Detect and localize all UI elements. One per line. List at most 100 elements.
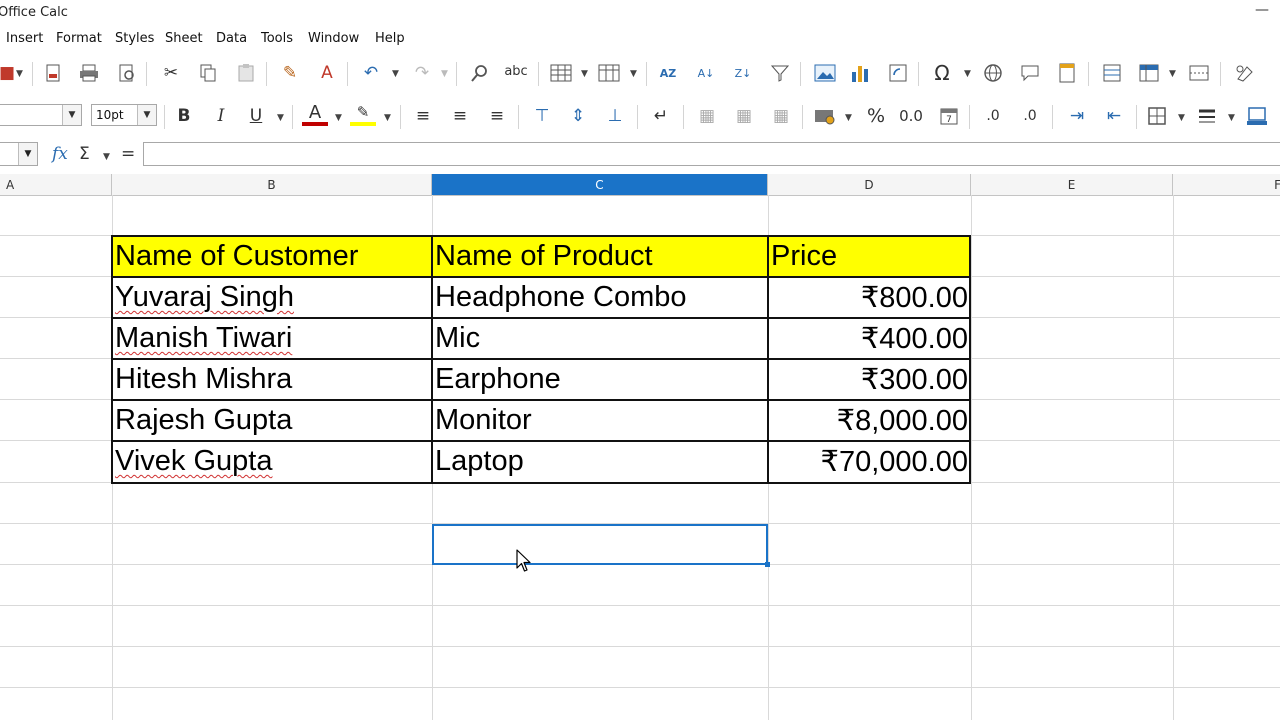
menu-sheet[interactable]: Sheet [165, 31, 203, 46]
price-cell[interactable]: ₹8,000.00 [768, 400, 971, 441]
active-cell-cursor[interactable] [432, 524, 770, 567]
font-color-dropdown-arrow[interactable]: ▼ [335, 113, 342, 123]
price-cell[interactable]: ₹400.00 [768, 318, 971, 359]
menu-styles[interactable]: Styles [115, 31, 154, 46]
name-box[interactable]: ▼ [0, 142, 38, 166]
name-box-dropdown-arrow[interactable]: ▼ [18, 143, 37, 165]
redo-dropdown-arrow[interactable]: ▼ [441, 69, 448, 79]
pivot-table-icon[interactable] [885, 60, 911, 86]
find-replace-icon[interactable] [467, 60, 493, 86]
comment-icon[interactable] [1017, 60, 1043, 86]
wrap-text-icon[interactable]: ↵ [648, 103, 674, 129]
border-color-icon[interactable] [1244, 103, 1270, 129]
customer-cell[interactable]: Manish Tiwari [112, 318, 432, 359]
split-window-icon[interactable] [1186, 60, 1212, 86]
customer-cell[interactable]: Yuvaraj Singh [112, 277, 432, 318]
font-color-icon[interactable]: A [302, 102, 328, 126]
copy-icon[interactable] [195, 60, 221, 86]
merge-cells-icon[interactable]: ▦ [731, 103, 757, 129]
clone-formatting-icon[interactable]: ✎ [277, 60, 303, 86]
font-size-combo[interactable]: 10pt ▼ [91, 104, 157, 126]
number-format-icon[interactable]: 0.0 [898, 103, 924, 129]
merge-center-icon[interactable]: ▦ [694, 103, 720, 129]
row-dropdown-arrow[interactable]: ▼ [581, 69, 588, 79]
column-header-b[interactable]: B [112, 174, 432, 195]
unmerge-cells-icon[interactable]: ▦ [768, 103, 794, 129]
minimize-button[interactable]: — [1255, 2, 1269, 18]
menu-window[interactable]: Window [308, 31, 359, 46]
show-draw-functions-icon[interactable] [1232, 60, 1258, 86]
undo-dropdown-arrow[interactable]: ▼ [392, 69, 399, 79]
print-icon[interactable] [76, 60, 102, 86]
borders-dropdown-arrow[interactable]: ▼ [1178, 113, 1185, 123]
headers-footers-icon[interactable] [1054, 60, 1080, 86]
price-cell[interactable]: ₹800.00 [768, 277, 971, 318]
special-character-icon[interactable]: Ω [929, 60, 955, 86]
autofill-handle[interactable] [765, 562, 770, 567]
paste-icon[interactable] [233, 60, 259, 86]
date-format-icon[interactable]: 7 [936, 103, 962, 129]
column-header-c[interactable]: C [432, 174, 768, 195]
row-icon[interactable] [548, 60, 574, 86]
add-decimal-place-icon[interactable]: .0 [980, 103, 1006, 129]
font-name-dropdown-arrow[interactable]: ▼ [62, 105, 81, 125]
decrease-indent-icon[interactable]: ⇤ [1101, 103, 1127, 129]
export-pdf-icon[interactable] [40, 60, 66, 86]
sum-icon[interactable]: Σ [79, 144, 90, 164]
cut-icon[interactable]: ✂ [158, 60, 184, 86]
sort-ascending-icon[interactable]: A↓ [693, 60, 719, 86]
price-cell[interactable]: ₹70,000.00 [768, 441, 971, 482]
special-character-dropdown-arrow[interactable]: ▼ [964, 69, 971, 79]
align-right-icon[interactable]: ≡ [484, 103, 510, 129]
menu-format[interactable]: Format [56, 31, 102, 46]
column-header-f[interactable]: F [1173, 174, 1280, 195]
undo-icon[interactable]: ↶ [358, 60, 384, 86]
sum-dropdown-arrow[interactable]: ▼ [103, 152, 110, 162]
new-dropdown-arrow[interactable]: ▼ [16, 69, 23, 79]
price-cell[interactable]: ₹300.00 [768, 359, 971, 400]
define-print-area-icon[interactable] [1099, 60, 1125, 86]
align-left-icon[interactable]: ≡ [410, 103, 436, 129]
freeze-rows-columns-icon[interactable] [1136, 60, 1162, 86]
menu-data[interactable]: Data [216, 31, 247, 46]
bold-icon[interactable]: B [171, 103, 197, 129]
align-bottom-icon[interactable]: ⊥ [602, 103, 628, 129]
autofilter-icon[interactable] [767, 60, 793, 86]
formula-icon[interactable]: = [121, 144, 135, 164]
border-style-dropdown-arrow[interactable]: ▼ [1228, 113, 1235, 123]
product-cell[interactable]: Earphone [432, 359, 768, 400]
sort-descending-icon[interactable]: Z↓ [730, 60, 756, 86]
highlight-color-icon[interactable]: ✎ [350, 102, 376, 126]
header-cell-price[interactable]: Price [768, 236, 971, 277]
currency-dropdown-arrow[interactable]: ▼ [845, 113, 852, 123]
customer-cell[interactable]: Vivek Gupta [112, 441, 432, 482]
insert-image-icon[interactable] [812, 60, 838, 86]
center-vertically-icon[interactable]: ⇕ [565, 103, 591, 129]
font-name-combo[interactable]: ▼ [0, 104, 82, 126]
column-header-e[interactable]: E [971, 174, 1173, 195]
borders-icon[interactable] [1144, 103, 1170, 129]
column-header-a[interactable]: A [0, 174, 112, 195]
formula-input[interactable] [143, 142, 1280, 166]
highlight-dropdown-arrow[interactable]: ▼ [384, 113, 391, 123]
column-icon[interactable] [596, 60, 622, 86]
border-style-icon[interactable] [1194, 103, 1220, 129]
product-cell[interactable]: Laptop [432, 441, 768, 482]
menu-help[interactable]: Help [375, 31, 405, 46]
customer-cell[interactable]: Hitesh Mishra [112, 359, 432, 400]
header-cell-product[interactable]: Name of Product [432, 236, 768, 277]
freeze-dropdown-arrow[interactable]: ▼ [1169, 69, 1176, 79]
product-cell[interactable]: Headphone Combo [432, 277, 768, 318]
customer-cell[interactable]: Rajesh Gupta [112, 400, 432, 441]
column-header-d[interactable]: D [768, 174, 971, 195]
spreadsheet-grid[interactable]: Name of Customer Name of Product Price Y… [0, 195, 1280, 720]
italic-icon[interactable]: I [208, 103, 234, 129]
currency-format-icon[interactable] [812, 103, 838, 129]
clear-formatting-icon[interactable]: A [314, 60, 340, 86]
function-wizard-icon[interactable]: fx [52, 144, 68, 164]
increase-indent-icon[interactable]: ⇥ [1064, 103, 1090, 129]
product-cell[interactable]: Mic [432, 318, 768, 359]
menu-tools[interactable]: Tools [261, 31, 293, 46]
print-preview-icon[interactable] [114, 60, 140, 86]
sort-icon[interactable]: AZ [655, 60, 681, 86]
